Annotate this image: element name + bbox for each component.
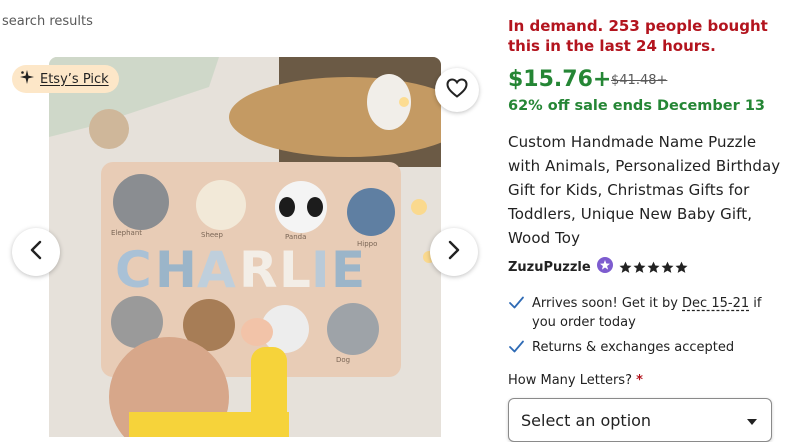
- demand-notice: In demand. 253 people bought this in the…: [508, 17, 768, 55]
- next-image-button[interactable]: [430, 228, 478, 276]
- arrival-row: Arrives soon! Get it by Dec 15-21 if you…: [508, 294, 788, 332]
- required-mark: *: [636, 373, 643, 388]
- svg-text:L: L: [279, 241, 311, 299]
- svg-text:E: E: [331, 241, 365, 299]
- seller-row: ZuzuPuzzle: [508, 257, 688, 277]
- original-price: $41.48+: [611, 73, 668, 88]
- svg-text:C: C: [115, 241, 152, 299]
- product-image[interactable]: Elephant Sheep Panda Hippo C H A R L I E…: [49, 57, 441, 437]
- etsys-pick-badge[interactable]: Etsy’s Pick: [12, 65, 119, 93]
- letters-select[interactable]: Select an option: [508, 398, 772, 442]
- product-title: Custom Handmade Name Puzzle with Animals…: [508, 133, 781, 247]
- checkmark-icon: [508, 338, 525, 361]
- shipping-info: Arrives soon! Get it by Dec 15-21 if you…: [508, 294, 788, 361]
- arrival-text: Arrives soon! Get it by Dec 15-21 if you…: [532, 294, 787, 332]
- caret-down-icon: [747, 411, 757, 430]
- star-icon: [647, 261, 660, 273]
- svg-text:H: H: [155, 241, 197, 299]
- arrival-prefix: Arrives soon! Get it by: [532, 296, 683, 311]
- star-icon: [633, 261, 646, 273]
- letters-label-text: How Many Letters?: [508, 373, 632, 388]
- svg-text:R: R: [239, 241, 278, 299]
- select-value: Select an option: [521, 410, 652, 430]
- svg-text:Sheep: Sheep: [201, 231, 223, 239]
- previous-image-button[interactable]: [12, 228, 60, 276]
- svg-text:I: I: [311, 241, 330, 299]
- sale-price: $15.76+: [508, 67, 612, 92]
- etsys-pick-label: Etsy’s Pick: [40, 71, 109, 87]
- svg-text:Panda: Panda: [285, 233, 306, 241]
- svg-text:A: A: [197, 241, 236, 299]
- checkmark-icon: [508, 294, 525, 332]
- star-icon: [675, 261, 688, 273]
- seller-name[interactable]: ZuzuPuzzle: [508, 260, 591, 275]
- returns-text: Returns & exchanges accepted: [532, 340, 735, 355]
- chevron-left-icon: [29, 240, 43, 264]
- favorite-button[interactable]: [435, 68, 479, 112]
- delivery-dates-link[interactable]: Dec 15-21: [682, 296, 749, 311]
- heart-icon: [446, 78, 468, 102]
- svg-text:Elephant: Elephant: [111, 229, 142, 237]
- sparkle-icon: [20, 70, 34, 88]
- breadcrumb[interactable]: search results: [2, 14, 93, 29]
- rating-stars[interactable]: [619, 261, 688, 274]
- svg-text:Dog: Dog: [336, 356, 350, 364]
- star-seller-icon: [596, 257, 613, 277]
- star-icon: [661, 261, 674, 273]
- letters-option-label: How Many Letters? *: [508, 373, 643, 388]
- sale-notice: 62% off sale ends December 13: [508, 98, 765, 114]
- chevron-right-icon: [447, 240, 461, 264]
- star-icon: [619, 261, 632, 273]
- returns-row: Returns & exchanges accepted: [508, 338, 788, 361]
